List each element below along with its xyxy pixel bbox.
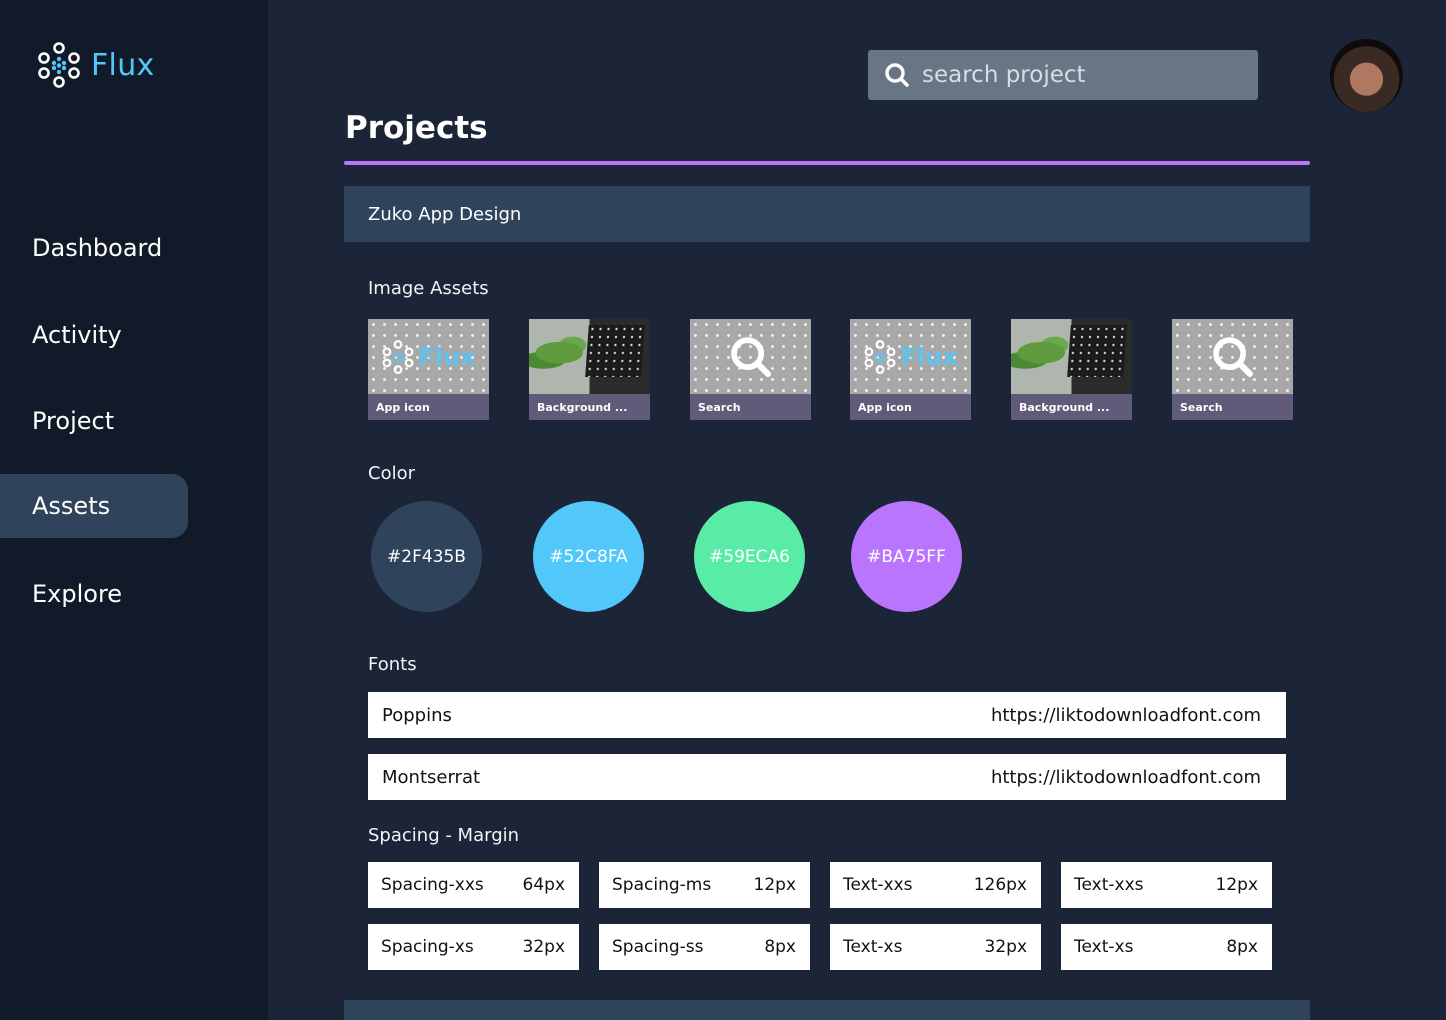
image-asset-background[interactable]: Background ...	[529, 319, 650, 420]
flux-logo-icon: Flux	[381, 339, 476, 375]
font-link[interactable]: https://liktodownloadfont.com	[991, 767, 1261, 788]
asset-caption: Background ...	[1011, 394, 1132, 420]
page-title: Projects	[345, 110, 488, 146]
spacing-token[interactable]: Spacing-ms 12px	[599, 862, 810, 908]
image-asset-app-icon[interactable]: Flux App icon	[368, 319, 489, 420]
token-name: Text-xs	[843, 937, 903, 957]
flux-logo-icon: Flux	[863, 339, 958, 375]
sidebar-item-assets[interactable]: Assets	[0, 474, 188, 538]
sidebar-item-activity[interactable]: Activity	[0, 303, 188, 367]
search-input[interactable]	[922, 62, 1242, 88]
font-name: Poppins	[382, 704, 452, 726]
search-icon	[730, 336, 771, 377]
token-value: 12px	[1215, 875, 1258, 895]
color-heading: Color	[368, 463, 415, 484]
search-icon	[1212, 336, 1253, 377]
token-value: 8px	[1226, 937, 1258, 957]
spacing-token[interactable]: Text-xs 8px	[1061, 924, 1272, 970]
token-name: Text-xs	[1074, 937, 1134, 957]
asset-caption: Search	[1172, 394, 1293, 420]
token-name: Spacing-ss	[612, 937, 704, 957]
color-label: #2F435B	[387, 546, 466, 567]
color-swatch[interactable]: #BA75FF	[851, 501, 962, 612]
token-name: Text-xxs	[843, 875, 913, 895]
background-photo	[529, 319, 650, 394]
color-label: #59ECA6	[709, 546, 790, 567]
search-bar[interactable]	[868, 50, 1258, 100]
token-value: 32px	[522, 937, 565, 957]
project-name: Zuko App Design	[368, 203, 522, 225]
spacing-token[interactable]: Spacing-xxs 64px	[368, 862, 579, 908]
token-name: Spacing-ms	[612, 875, 712, 895]
app-name: Flux	[91, 47, 155, 83]
color-swatch[interactable]: #2F435B	[371, 501, 482, 612]
project-header[interactable]: Zuko App Design	[344, 186, 1310, 242]
token-value: 64px	[522, 875, 565, 895]
sidebar-item-explore[interactable]: Explore	[0, 562, 188, 626]
next-project-header[interactable]	[344, 1000, 1310, 1020]
image-assets-heading: Image Assets	[368, 278, 489, 299]
avatar[interactable]	[1330, 39, 1403, 112]
token-value: 126px	[973, 875, 1027, 895]
asset-caption: Background ...	[529, 394, 650, 420]
token-value: 8px	[764, 937, 796, 957]
fonts-heading: Fonts	[368, 654, 417, 675]
sidebar: Flux Dashboard Activity Project Assets E…	[0, 0, 268, 1020]
color-swatch[interactable]: #52C8FA	[533, 501, 644, 612]
image-asset-search[interactable]: Search	[1172, 319, 1293, 420]
spacing-token[interactable]: Spacing-ss 8px	[599, 924, 810, 970]
asset-caption: Search	[690, 394, 811, 420]
spacing-token[interactable]: Spacing-xs 32px	[368, 924, 579, 970]
flux-logo-icon	[38, 42, 80, 88]
sidebar-item-project[interactable]: Project	[0, 389, 188, 453]
color-label: #BA75FF	[867, 546, 946, 567]
token-value: 32px	[984, 937, 1027, 957]
token-name: Spacing-xs	[381, 937, 474, 957]
font-row[interactable]: Poppins https://liktodownloadfont.com	[368, 692, 1286, 738]
font-link[interactable]: https://liktodownloadfont.com	[991, 705, 1261, 726]
sidebar-item-dashboard[interactable]: Dashboard	[0, 216, 188, 280]
asset-caption: App icon	[850, 394, 971, 420]
search-icon	[885, 63, 909, 87]
token-name: Spacing-xxs	[381, 875, 484, 895]
color-label: #52C8FA	[549, 546, 628, 567]
token-name: Text-xxs	[1074, 875, 1144, 895]
font-row[interactable]: Montserrat https://liktodownloadfont.com	[368, 754, 1286, 800]
image-asset-search[interactable]: Search	[690, 319, 811, 420]
spacing-heading: Spacing - Margin	[368, 825, 520, 846]
title-divider	[344, 161, 1310, 165]
spacing-token[interactable]: Text-xxs 12px	[1061, 862, 1272, 908]
asset-caption: App icon	[368, 394, 489, 420]
image-asset-app-icon[interactable]: Flux App icon	[850, 319, 971, 420]
spacing-token[interactable]: Text-xxs 126px	[830, 862, 1041, 908]
background-photo	[1011, 319, 1132, 394]
font-name: Montserrat	[382, 766, 481, 788]
image-asset-background[interactable]: Background ...	[1011, 319, 1132, 420]
token-value: 12px	[753, 875, 796, 895]
color-swatch[interactable]: #59ECA6	[694, 501, 805, 612]
app-logo[interactable]: Flux	[36, 41, 155, 89]
spacing-token[interactable]: Text-xs 32px	[830, 924, 1041, 970]
